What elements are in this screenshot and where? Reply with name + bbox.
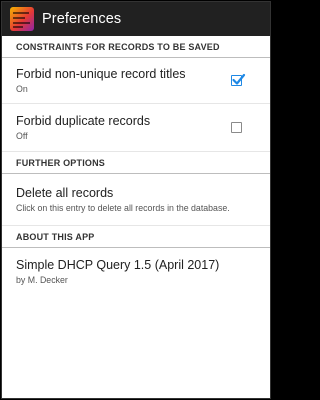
section-header-about: ABOUT THIS APP bbox=[2, 226, 270, 248]
preference-list: CONSTRAINTS FOR RECORDS TO BE SAVED Forb… bbox=[2, 36, 270, 296]
checkmark-icon bbox=[232, 73, 246, 85]
pref-forbid-non-unique-titles[interactable]: Forbid non-unique record titles On bbox=[2, 58, 270, 104]
pref-forbid-duplicate-records[interactable]: Forbid duplicate records Off bbox=[2, 104, 270, 152]
forbid-non-unique-checkbox[interactable] bbox=[231, 73, 246, 86]
pref-delete-all-records[interactable]: Delete all records Click on this entry t… bbox=[2, 174, 270, 226]
pref-title: Forbid non-unique record titles bbox=[16, 66, 186, 81]
action-bar: Preferences bbox=[2, 2, 270, 36]
pref-title: Delete all records bbox=[16, 185, 114, 200]
page-title: Preferences bbox=[42, 11, 122, 27]
forbid-duplicate-checkbox[interactable] bbox=[231, 121, 242, 133]
pref-summary: Off bbox=[16, 130, 28, 141]
preferences-screen: Preferences CONSTRAINTS FOR RECORDS TO B… bbox=[1, 1, 271, 399]
pref-summary: On bbox=[16, 83, 28, 94]
pref-title: Simple DHCP Query 1.5 (April 2017) bbox=[16, 258, 220, 272]
pref-summary: by M. Decker bbox=[16, 275, 68, 285]
pref-title: Forbid duplicate records bbox=[16, 113, 151, 128]
app-logo-icon[interactable] bbox=[10, 7, 34, 31]
pref-app-info[interactable]: Simple DHCP Query 1.5 (April 2017) by M.… bbox=[2, 248, 270, 296]
pref-summary: Click on this entry to delete all record… bbox=[16, 202, 230, 213]
section-header-constraints: CONSTRAINTS FOR RECORDS TO BE SAVED bbox=[2, 36, 270, 58]
section-header-further-options: FURTHER OPTIONS bbox=[2, 152, 270, 174]
